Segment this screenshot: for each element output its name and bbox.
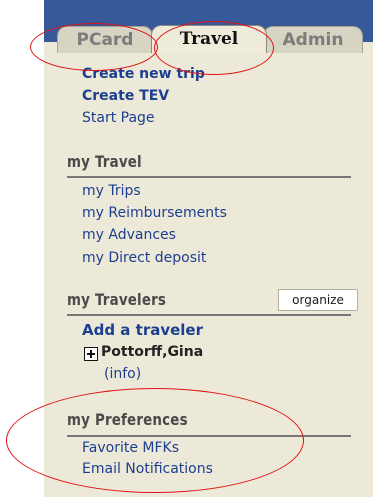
add-traveler-link[interactable]: Add a traveler bbox=[82, 321, 203, 339]
create-tev-link[interactable]: Create TEV bbox=[82, 88, 169, 104]
email-notifications-link[interactable]: Email Notifications bbox=[82, 461, 213, 477]
create-new-trip-link[interactable]: Create new trip bbox=[82, 66, 205, 82]
plus-box-icon[interactable] bbox=[84, 347, 98, 361]
organize-button[interactable]: organize bbox=[278, 289, 358, 311]
right-margin bbox=[373, 0, 383, 497]
my-trips-link[interactable]: my Trips bbox=[82, 183, 141, 199]
my-travel-heading: my Travel bbox=[67, 152, 142, 171]
my-preferences-heading: my Preferences bbox=[67, 410, 188, 429]
start-page-link[interactable]: Start Page bbox=[82, 110, 155, 126]
my-reimbursements-link[interactable]: my Reimbursements bbox=[82, 205, 227, 221]
my-travelers-heading: my Travelers bbox=[67, 290, 167, 309]
favorite-mfks-link[interactable]: Favorite MFKs bbox=[82, 440, 179, 456]
tab-travel[interactable]: Travel bbox=[151, 25, 267, 53]
my-travelers-divider bbox=[67, 314, 351, 316]
my-direct-deposit-link[interactable]: my Direct deposit bbox=[82, 250, 206, 266]
travel-sidebar-screenshot: PCard Admin Travel Create new trip Creat… bbox=[0, 0, 383, 497]
traveler-info-link[interactable]: (info) bbox=[104, 366, 141, 382]
my-preferences-divider bbox=[67, 435, 351, 437]
my-travel-divider bbox=[67, 176, 351, 178]
my-advances-link[interactable]: my Advances bbox=[82, 227, 176, 243]
left-margin bbox=[0, 0, 44, 497]
tab-pcard[interactable]: PCard bbox=[57, 26, 153, 53]
traveler-name: Pottorff,Gina bbox=[101, 344, 204, 360]
tab-admin[interactable]: Admin bbox=[263, 26, 363, 53]
